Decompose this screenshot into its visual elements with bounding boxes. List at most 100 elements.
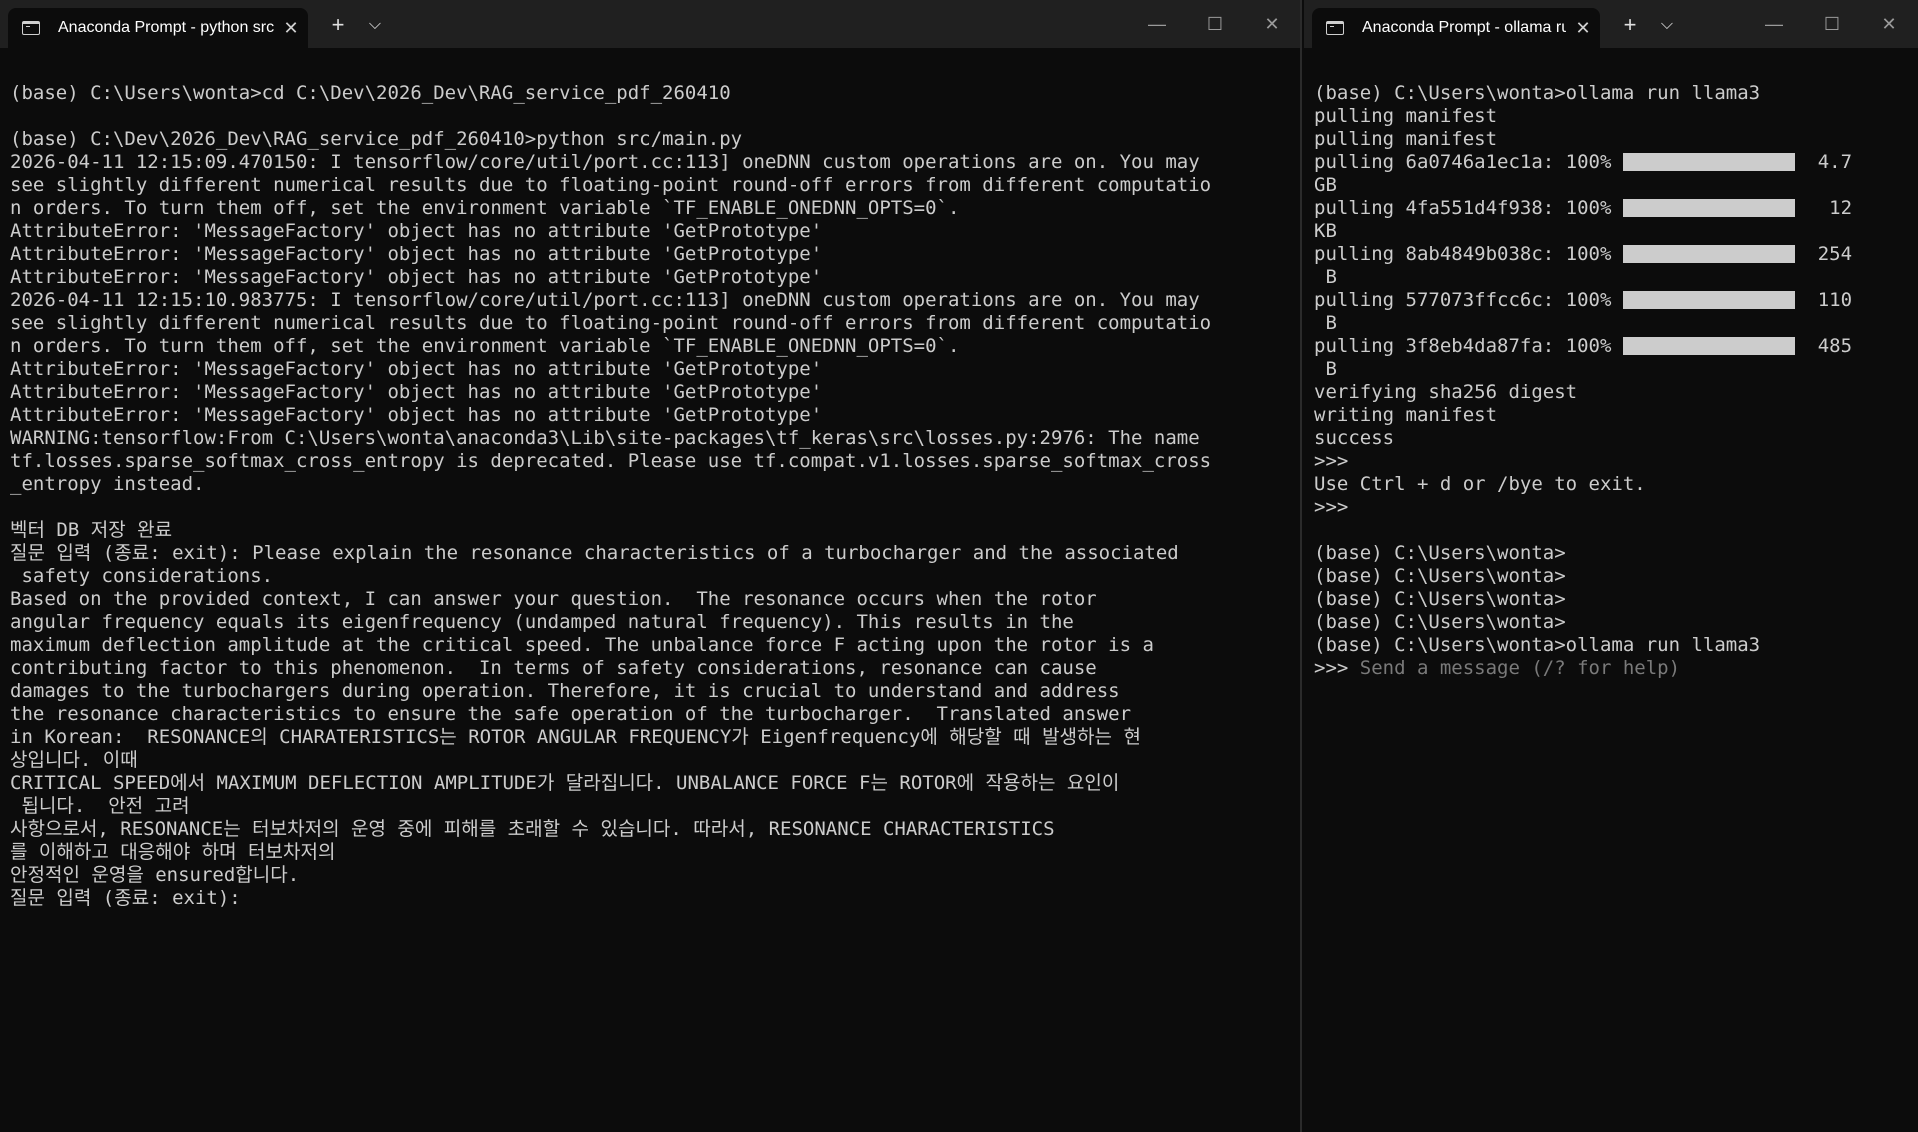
right-tab-close-icon[interactable]: ✕ bbox=[1566, 18, 1600, 39]
terminal-line: maximum deflection amplitude at the crit… bbox=[10, 634, 1154, 656]
download-progress-bar bbox=[1622, 199, 1795, 217]
terminal-line: 사항으로서, RESONANCE는 터보차저의 운영 중에 피해를 초래할 수 … bbox=[10, 818, 1055, 840]
pull-layer-unit: B bbox=[1314, 358, 1337, 380]
pull-layer-size: 4.7 bbox=[1794, 151, 1853, 173]
terminal-line: CRITICAL SPEED에서 MAXIMUM DEFLECTION AMPL… bbox=[10, 772, 1120, 794]
terminal-line: n orders. To turn them off, set the envi… bbox=[10, 335, 960, 357]
terminal-line: 벡터 DB 저장 완료 bbox=[10, 519, 173, 541]
left-tab-close-icon[interactable]: ✕ bbox=[274, 18, 308, 39]
terminal-line: damages to the turbochargers during oper… bbox=[10, 680, 1120, 702]
pull-layer-unit: GB bbox=[1314, 174, 1337, 196]
terminal-line: pulling manifest bbox=[1314, 105, 1498, 127]
terminal-line: AttributeError: 'MessageFactory' object … bbox=[10, 381, 823, 403]
pull-layer-row: pulling 4fa551d4f938: 100% 12 bbox=[1314, 197, 1910, 220]
pull-layer-label: pulling 577073ffcc6c: 100% bbox=[1314, 289, 1623, 311]
terminal-line: verifying sha256 digest bbox=[1314, 381, 1578, 403]
terminal-icon bbox=[1326, 21, 1344, 35]
left-minimize-button[interactable]: — bbox=[1129, 4, 1185, 44]
terminal-line: the resonance characteristics to ensure … bbox=[10, 703, 1132, 725]
chat-prompt-line[interactable]: >>> Send a message (/? for help) bbox=[1314, 657, 1910, 680]
right-tab-dropdown-chevron-icon[interactable]: ⌵ bbox=[1654, 10, 1680, 40]
pull-layer-row: pulling 8ab4849b038c: 100% 254 bbox=[1314, 243, 1910, 266]
pull-layer-size: 12 bbox=[1794, 197, 1853, 219]
terminal-line: pulling manifest bbox=[1314, 128, 1498, 150]
terminal-line: AttributeError: 'MessageFactory' object … bbox=[10, 358, 823, 380]
right-terminal-output[interactable]: (base) C:\Users\wonta>ollama run llama3 p… bbox=[1314, 82, 1910, 680]
right-title-bar[interactable]: Anaconda Prompt - ollama run llama3 ✕ + … bbox=[1304, 0, 1918, 48]
terminal-line: (base) C:\Users\wonta> bbox=[1314, 588, 1566, 610]
download-progress-bar bbox=[1622, 337, 1795, 355]
pull-layer-row: pulling 3f8eb4da87fa: 100% 485 bbox=[1314, 335, 1910, 358]
terminal-line: tf.losses.sparse_softmax_cross_entropy i… bbox=[10, 450, 1212, 472]
left-terminal-window[interactable]: Anaconda Prompt - python src/main.py ✕ +… bbox=[0, 0, 1302, 1132]
terminal-line: 됩니다. 안전 고려 bbox=[10, 795, 190, 817]
pull-layer-label: pulling 3f8eb4da87fa: 100% bbox=[1314, 335, 1623, 357]
left-new-tab-button[interactable]: + bbox=[320, 10, 356, 40]
left-title-bar[interactable]: Anaconda Prompt - python src/main.py ✕ +… bbox=[0, 0, 1300, 48]
pull-layer-unit: B bbox=[1314, 312, 1337, 334]
download-progress-bar bbox=[1622, 291, 1795, 309]
download-progress-bar bbox=[1622, 245, 1795, 263]
pull-layer-row: pulling 577073ffcc6c: 100% 110 bbox=[1314, 289, 1910, 312]
terminal-line: see slightly different numerical results… bbox=[10, 174, 1212, 196]
terminal-icon bbox=[22, 21, 40, 35]
chat-message-input[interactable]: Send a message (/? for help) bbox=[1360, 657, 1680, 679]
left-tab-dropdown-chevron-icon[interactable]: ⌵ bbox=[362, 10, 388, 40]
left-tab-title: Anaconda Prompt - python src/main.py bbox=[58, 19, 274, 36]
terminal-line: (base) C:\Users\wonta> bbox=[1314, 542, 1566, 564]
terminal-line: 를 이해하고 대응해야 하며 터보차저의 bbox=[10, 841, 336, 863]
prompt-marker: >>> bbox=[1314, 657, 1360, 679]
terminal-line: (base) C:\Users\wonta>ollama run llama3 bbox=[1314, 82, 1761, 104]
right-close-button[interactable]: ✕ bbox=[1861, 4, 1917, 44]
right-maximize-button[interactable]: ☐ bbox=[1804, 4, 1860, 44]
left-maximize-button[interactable]: ☐ bbox=[1187, 4, 1243, 44]
terminal-line: (base) C:\Users\wonta>cd C:\Dev\2026_Dev… bbox=[10, 82, 731, 104]
pull-layer-row: pulling 6a0746a1ec1a: 100% 4.7 bbox=[1314, 151, 1910, 174]
terminal-line: AttributeError: 'MessageFactory' object … bbox=[10, 243, 823, 265]
download-progress-bar bbox=[1622, 153, 1795, 171]
right-new-tab-button[interactable]: + bbox=[1612, 10, 1648, 40]
terminal-line: (base) C:\Users\wonta> bbox=[1314, 565, 1566, 587]
terminal-line: in Korean: RESONANCE의 CHARATERISTICS는 RO… bbox=[10, 726, 1141, 748]
right-minimize-button[interactable]: — bbox=[1746, 4, 1802, 44]
left-terminal-output[interactable]: (base) C:\Users\wonta>cd C:\Dev\2026_Dev… bbox=[10, 82, 1292, 910]
right-active-tab[interactable]: Anaconda Prompt - ollama run llama3 ✕ bbox=[1312, 8, 1600, 48]
pull-layer-size: 485 bbox=[1794, 335, 1853, 357]
terminal-line: angular frequency equals its eigenfreque… bbox=[10, 611, 1074, 633]
terminal-line: see slightly different numerical results… bbox=[10, 312, 1212, 334]
terminal-line: writing manifest bbox=[1314, 404, 1498, 426]
pull-layer-label: pulling 4fa551d4f938: 100% bbox=[1314, 197, 1623, 219]
terminal-line: (base) C:\Users\wonta> bbox=[1314, 611, 1566, 633]
terminal-line: 2026-04-11 12:15:10.983775: I tensorflow… bbox=[10, 289, 1200, 311]
terminal-line: 질문 입력 (종료: exit): bbox=[10, 887, 241, 909]
terminal-line: AttributeError: 'MessageFactory' object … bbox=[10, 404, 823, 426]
terminal-line: AttributeError: 'MessageFactory' object … bbox=[10, 220, 823, 242]
pull-layer-size: 254 bbox=[1794, 243, 1853, 265]
terminal-line: Based on the provided context, I can ans… bbox=[10, 588, 1097, 610]
terminal-line: (base) C:\Dev\2026_Dev\RAG_service_pdf_2… bbox=[10, 128, 743, 150]
terminal-line: contributing factor to this phenomenon. … bbox=[10, 657, 1097, 679]
left-active-tab[interactable]: Anaconda Prompt - python src/main.py ✕ bbox=[8, 8, 308, 48]
terminal-line: 질문 입력 (종료: exit): Please explain the res… bbox=[10, 542, 1179, 564]
terminal-line: (base) C:\Users\wonta>ollama run llama3 bbox=[1314, 634, 1761, 656]
terminal-line: >>> bbox=[1314, 450, 1349, 472]
terminal-line: WARNING:tensorflow:From C:\Users\wonta\a… bbox=[10, 427, 1200, 449]
terminal-line: AttributeError: 'MessageFactory' object … bbox=[10, 266, 823, 288]
terminal-line: 2026-04-11 12:15:09.470150: I tensorflow… bbox=[10, 151, 1200, 173]
terminal-line: safety considerations. bbox=[10, 565, 274, 587]
pull-layer-unit: B bbox=[1314, 266, 1337, 288]
terminal-line: success bbox=[1314, 427, 1395, 449]
terminal-line: _entropy instead. bbox=[10, 473, 205, 495]
left-close-button[interactable]: ✕ bbox=[1244, 4, 1300, 44]
pull-layer-label: pulling 6a0746a1ec1a: 100% bbox=[1314, 151, 1623, 173]
terminal-line: n orders. To turn them off, set the envi… bbox=[10, 197, 960, 219]
right-terminal-window[interactable]: Anaconda Prompt - ollama run llama3 ✕ + … bbox=[1304, 0, 1918, 1132]
terminal-line: >>> bbox=[1314, 496, 1349, 518]
pull-layer-size: 110 bbox=[1794, 289, 1853, 311]
pull-layer-unit: KB bbox=[1314, 220, 1337, 242]
terminal-line: 안정적인 운영을 ensured합니다. bbox=[10, 864, 300, 886]
right-tab-title: Anaconda Prompt - ollama run llama3 bbox=[1362, 19, 1566, 36]
